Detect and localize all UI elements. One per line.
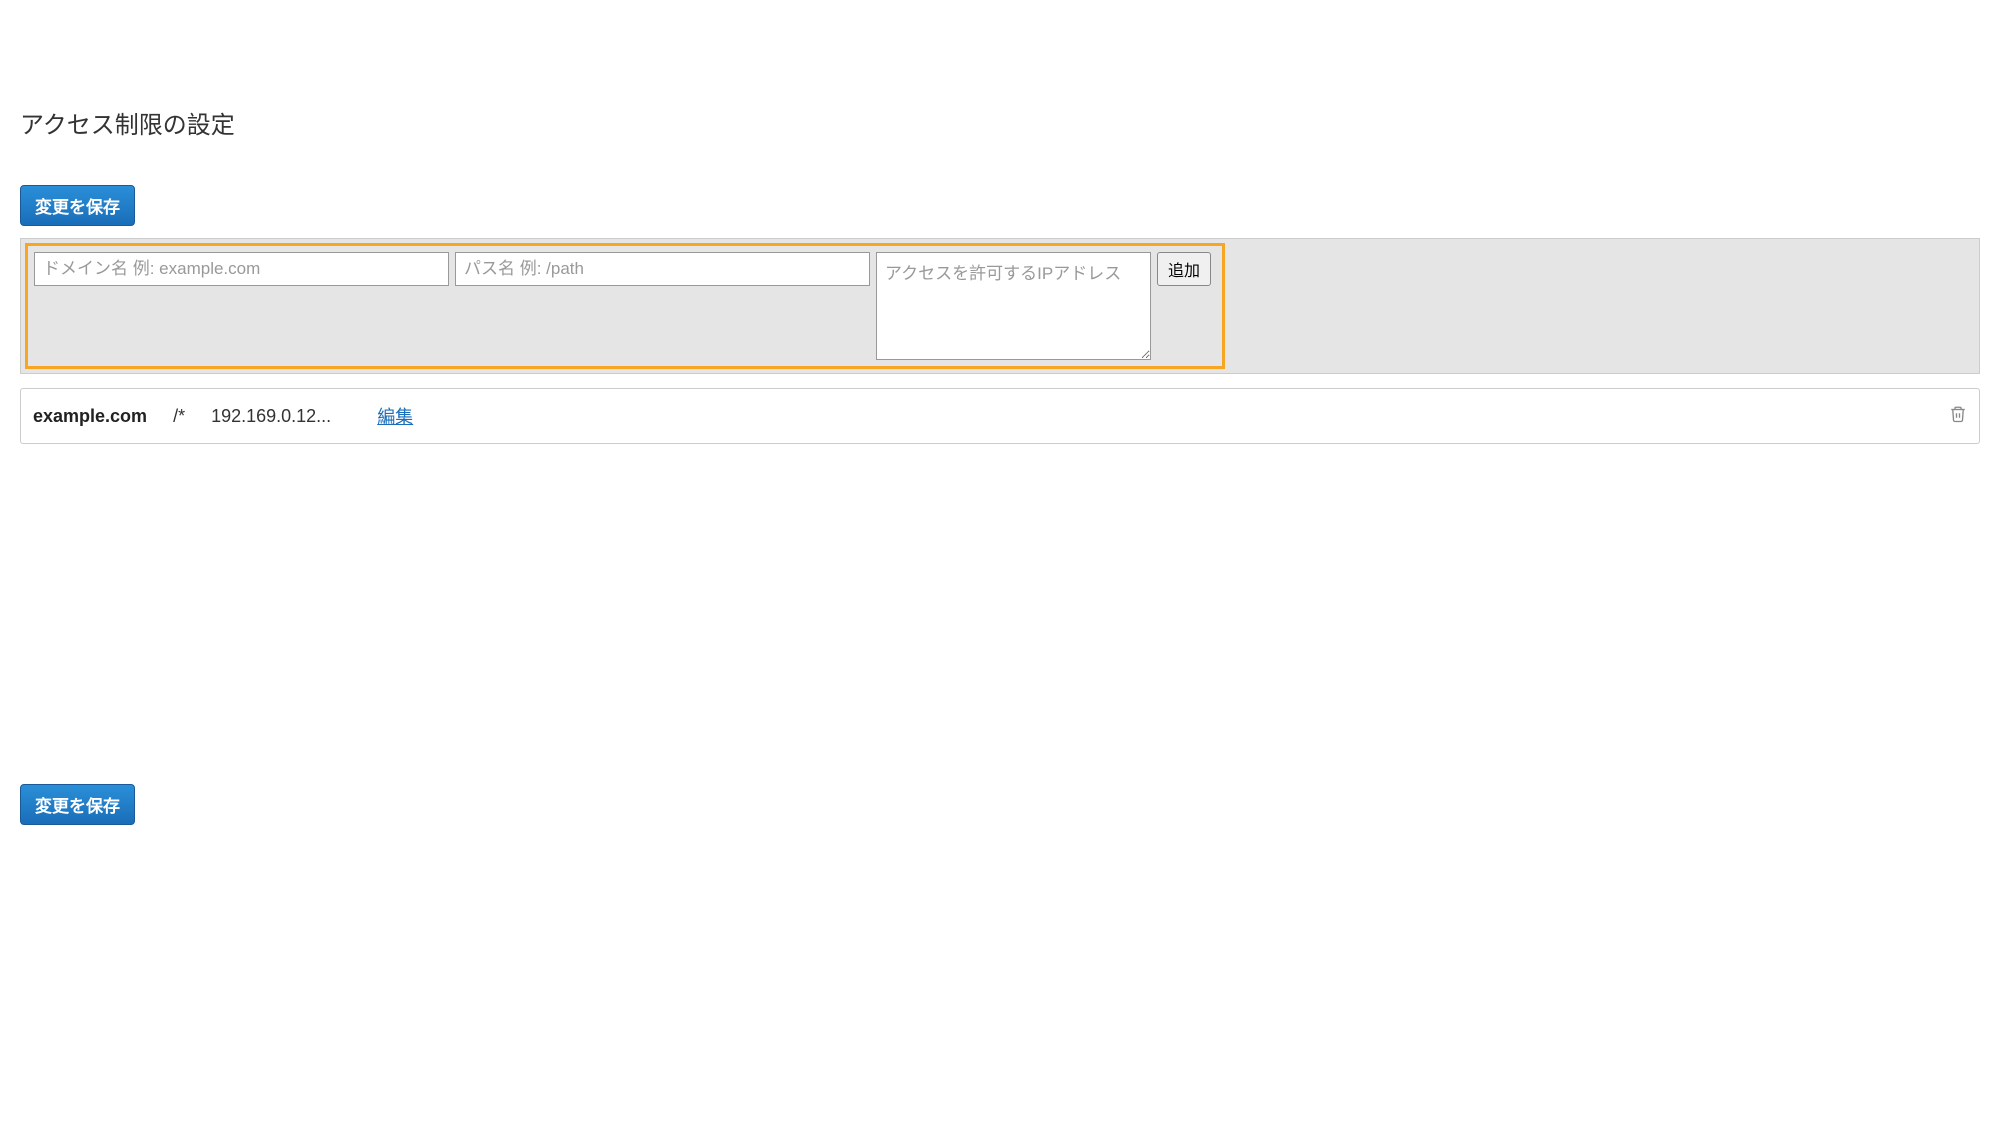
add-rule-panel: 追加 xyxy=(20,238,1980,374)
save-button-bottom[interactable]: 変更を保存 xyxy=(20,784,135,825)
rule-domain: example.com xyxy=(33,406,147,427)
ip-textarea[interactable] xyxy=(876,252,1151,360)
path-input[interactable] xyxy=(455,252,870,286)
rule-path: /* xyxy=(173,406,185,427)
trash-icon[interactable] xyxy=(1949,404,1967,429)
edit-link[interactable]: 編集 xyxy=(377,403,413,429)
domain-input[interactable] xyxy=(34,252,449,286)
add-rule-form: 追加 xyxy=(25,243,1225,369)
add-button[interactable]: 追加 xyxy=(1157,252,1211,286)
rule-row: example.com /* 192.169.0.12... 編集 xyxy=(20,388,1980,444)
save-button-top[interactable]: 変更を保存 xyxy=(20,185,135,226)
page-title: アクセス制限の設定 xyxy=(20,105,1980,140)
rule-ip: 192.169.0.12... xyxy=(211,406,331,427)
